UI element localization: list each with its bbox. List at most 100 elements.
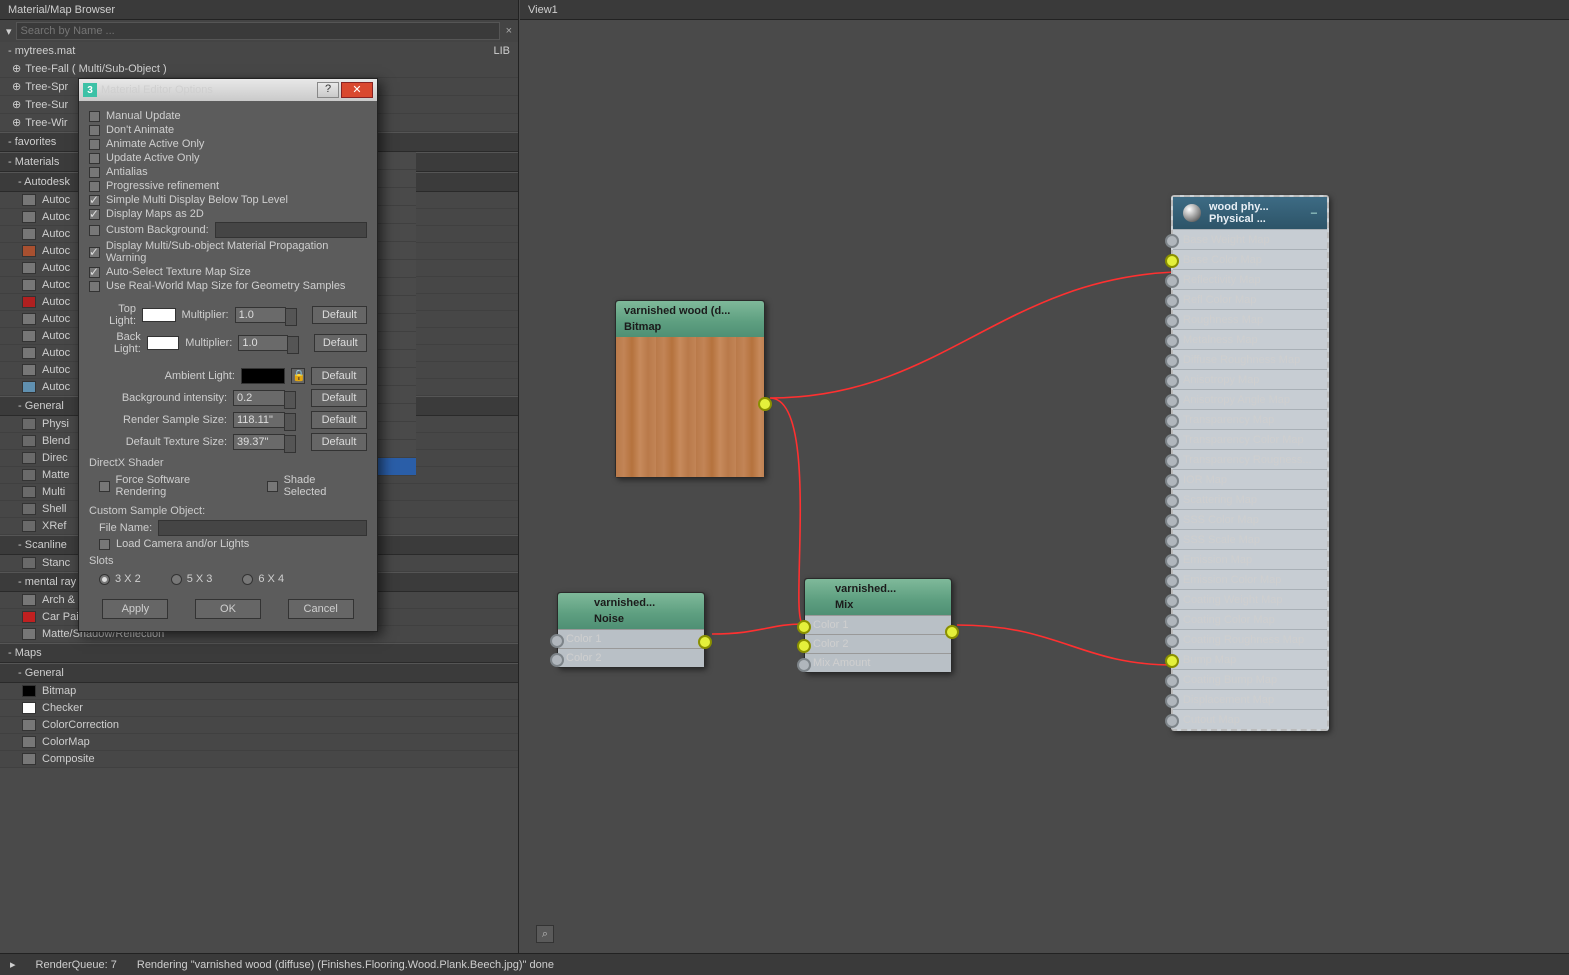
input-socket[interactable]: [1165, 614, 1179, 628]
input-socket[interactable]: [797, 658, 811, 672]
input-socket[interactable]: [1165, 474, 1179, 488]
back-light-color[interactable]: [147, 336, 179, 350]
input-socket[interactable]: [1165, 394, 1179, 408]
default-button[interactable]: Default: [311, 367, 367, 385]
node-bitmap[interactable]: varnished wood (d... Bitmap: [615, 300, 765, 478]
expand-icon[interactable]: ⊕: [12, 98, 21, 111]
list-item[interactable]: Bitmap: [0, 683, 518, 700]
dialog-titlebar[interactable]: 3 Material Editor Options ? ✕: [79, 79, 377, 101]
back-mult-spinner[interactable]: 1.0: [238, 335, 288, 351]
checkbox[interactable]: [89, 153, 100, 164]
node-slot[interactable]: Emission Map: [1173, 549, 1327, 569]
node-slot[interactable]: Cutout Map: [1173, 709, 1327, 729]
node-slot[interactable]: Displacement Map: [1173, 689, 1327, 709]
node-slot[interactable]: Bump Map: [1173, 649, 1327, 669]
input-socket[interactable]: [1165, 554, 1179, 568]
input-socket[interactable]: [1165, 354, 1179, 368]
search-input[interactable]: [16, 22, 500, 40]
slot-radio[interactable]: 3 X 2: [99, 573, 141, 585]
input-socket[interactable]: [1165, 254, 1179, 268]
input-socket[interactable]: [1165, 414, 1179, 428]
input-socket[interactable]: [1165, 274, 1179, 288]
node-slot[interactable]: Metalness Map: [1173, 329, 1327, 349]
node-slot[interactable]: Anisotropy Map: [1173, 369, 1327, 389]
input-socket[interactable]: [1165, 534, 1179, 548]
default-button[interactable]: Default: [312, 306, 367, 324]
checkbox[interactable]: [89, 125, 100, 136]
clear-search-icon[interactable]: ×: [506, 25, 512, 37]
node-physical[interactable]: wood phy... Physical ... – Base Weight M…: [1171, 195, 1329, 731]
checkbox[interactable]: [89, 181, 100, 192]
node-slot[interactable]: Mix Amount: [805, 653, 951, 672]
slot-radio[interactable]: 5 X 3: [171, 573, 213, 585]
checkbox[interactable]: [89, 225, 100, 236]
bitmap-output-socket[interactable]: [758, 397, 772, 411]
checkbox[interactable]: [99, 481, 110, 492]
list-item[interactable]: Checker: [0, 700, 518, 717]
input-socket[interactable]: [1165, 434, 1179, 448]
maps-general-header[interactable]: - General: [0, 663, 518, 683]
list-item[interactable]: ColorMap: [0, 734, 518, 751]
top-light-color[interactable]: [142, 308, 176, 322]
node-slot[interactable]: Color 2: [805, 634, 951, 653]
mix-output-socket[interactable]: [945, 625, 959, 639]
node-slot[interactable]: Transparency Rougness...: [1173, 449, 1327, 469]
node-physical-header[interactable]: wood phy... Physical ... –: [1173, 197, 1327, 229]
node-canvas[interactable]: varnished wood (d... Bitmap varnished...…: [520, 20, 1569, 975]
input-socket[interactable]: [1165, 634, 1179, 648]
help-button[interactable]: ?: [317, 82, 339, 98]
node-slot[interactable]: Roughness Map: [1173, 309, 1327, 329]
node-mix[interactable]: varnished... Mix Color 1Color 2Mix Amoun…: [804, 578, 952, 673]
input-socket[interactable]: [1165, 674, 1179, 688]
noise-output-socket[interactable]: [698, 635, 712, 649]
checkbox[interactable]: [99, 539, 110, 550]
input-socket[interactable]: [1165, 314, 1179, 328]
node-slot[interactable]: Coating Color Map: [1173, 609, 1327, 629]
input-socket[interactable]: [1165, 714, 1179, 728]
node-slot[interactable]: SSS Scale Map: [1173, 529, 1327, 549]
close-button[interactable]: ✕: [341, 82, 373, 98]
library-row[interactable]: - mytrees.mat LIB: [0, 42, 518, 60]
input-socket[interactable]: [797, 639, 811, 653]
node-mix-title[interactable]: varnished...: [805, 579, 951, 599]
node-noise-title[interactable]: varnished...: [558, 593, 704, 613]
list-item[interactable]: ⊕Tree-Fall ( Multi/Sub-Object ): [0, 60, 518, 78]
input-socket[interactable]: [1165, 374, 1179, 388]
checkbox[interactable]: [89, 267, 100, 278]
lock-icon[interactable]: 🔒: [291, 368, 305, 384]
default-button[interactable]: Default: [311, 411, 367, 429]
input-socket[interactable]: [1165, 694, 1179, 708]
node-slot[interactable]: Coating Bump Map: [1173, 669, 1327, 689]
slot-radio[interactable]: 6 X 4: [242, 573, 284, 585]
input-socket[interactable]: [1165, 294, 1179, 308]
expand-icon[interactable]: ⊕: [12, 116, 21, 129]
node-slot[interactable]: Transparency Color Map: [1173, 429, 1327, 449]
checkbox[interactable]: [89, 111, 100, 122]
node-noise[interactable]: varnished... Noise Color 1Color 2: [557, 592, 705, 668]
node-slot[interactable]: Diffuse Roughness Map: [1173, 349, 1327, 369]
checkbox[interactable]: [89, 247, 100, 258]
default-button[interactable]: Default: [314, 334, 367, 352]
node-slot[interactable]: Anisotropy Angle Map: [1173, 389, 1327, 409]
node-slot[interactable]: Reflectivity Map: [1173, 269, 1327, 289]
expand-icon[interactable]: ▸: [10, 958, 16, 971]
input-socket[interactable]: [1165, 514, 1179, 528]
checkbox[interactable]: [89, 209, 100, 220]
node-slot[interactable]: Color 1: [558, 629, 704, 648]
list-item[interactable]: Composite: [0, 751, 518, 768]
input-socket[interactable]: [797, 620, 811, 634]
ambient-color[interactable]: [241, 368, 285, 384]
def-tex-spinner[interactable]: 39.37": [233, 434, 285, 450]
input-socket[interactable]: [1165, 234, 1179, 248]
default-button[interactable]: Default: [311, 433, 367, 451]
node-slot[interactable]: Refl Color Map: [1173, 289, 1327, 309]
render-sample-spinner[interactable]: 118.11": [233, 412, 285, 428]
node-slot[interactable]: Base Color Map: [1173, 249, 1327, 269]
apply-button[interactable]: Apply: [102, 599, 168, 619]
node-slot[interactable]: Coating Weight Map: [1173, 589, 1327, 609]
node-slot[interactable]: SSS Color Map: [1173, 509, 1327, 529]
cancel-button[interactable]: Cancel: [288, 599, 354, 619]
bg-intensity-spinner[interactable]: 0.2: [233, 390, 285, 406]
input-socket[interactable]: [550, 653, 564, 667]
maps-header[interactable]: - Maps: [0, 643, 518, 663]
